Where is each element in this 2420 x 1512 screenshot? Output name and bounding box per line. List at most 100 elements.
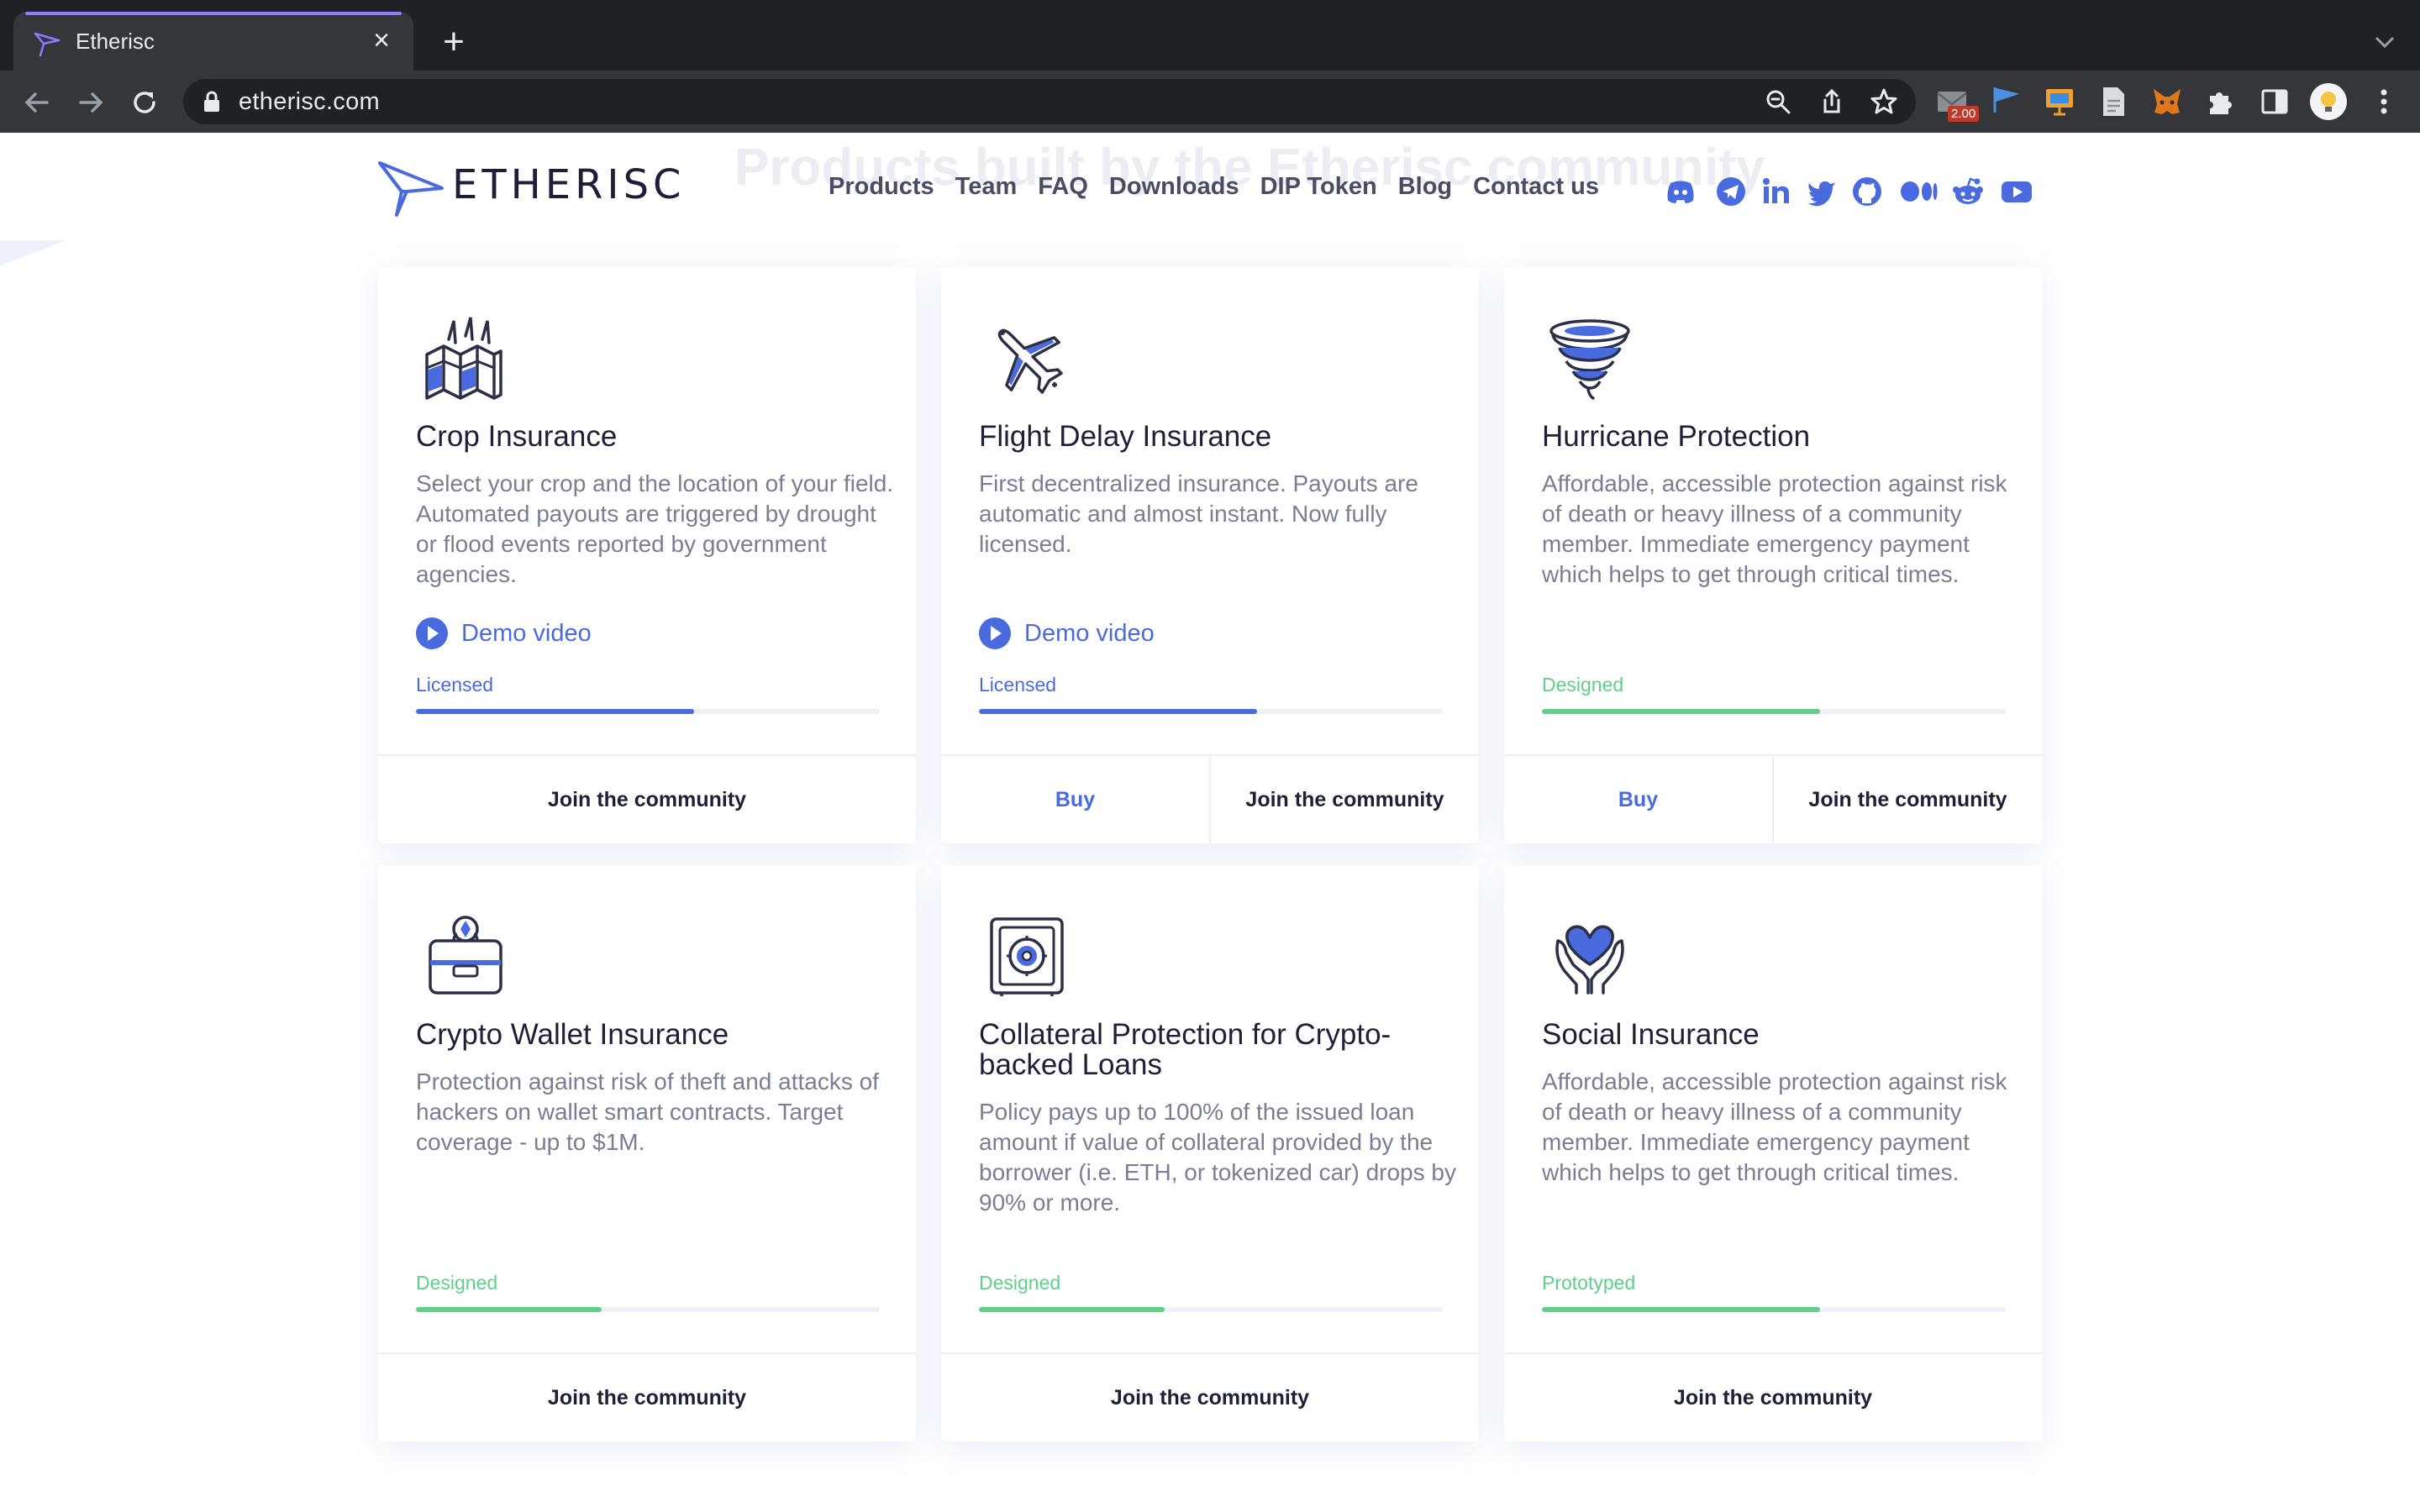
card-title: Crypto Wallet Insurance bbox=[416, 1018, 729, 1051]
new-tab-button[interactable]: + bbox=[434, 22, 474, 62]
tab-close-icon[interactable]: × bbox=[365, 24, 398, 57]
presentation-extension-icon[interactable] bbox=[2042, 84, 2077, 119]
card-actions: Join the community bbox=[378, 754, 916, 843]
join-community-button[interactable]: Join the community bbox=[1209, 756, 1479, 843]
status-progress-bar bbox=[979, 1307, 1443, 1312]
play-icon[interactable] bbox=[979, 617, 1011, 649]
card-actions: Buy Join the community bbox=[1504, 754, 2042, 843]
star-icon[interactable] bbox=[1869, 87, 1899, 117]
nav-dip-token[interactable]: DIP Token bbox=[1260, 173, 1377, 201]
progress-fill bbox=[979, 709, 1258, 714]
card-actions: Join the community bbox=[941, 1352, 1479, 1441]
buy-button[interactable]: Buy bbox=[1504, 756, 1772, 843]
status-progress-bar bbox=[979, 709, 1443, 714]
card-title: Flight Delay Insurance bbox=[979, 420, 1272, 453]
crop-field-icon bbox=[425, 317, 502, 400]
main-nav: Products Team FAQ Downloads DIP Token Bl… bbox=[829, 173, 1599, 201]
browser-tab-bar: Etherisc × + bbox=[0, 0, 2420, 71]
sidepanel-icon[interactable] bbox=[2257, 84, 2292, 119]
card-title: Social Insurance bbox=[1542, 1018, 1760, 1051]
buy-button[interactable]: Buy bbox=[941, 756, 1209, 843]
card-actions: Join the community bbox=[1504, 1352, 2042, 1441]
progress-fill bbox=[979, 1307, 1165, 1312]
demo-video-link[interactable]: Demo video bbox=[979, 617, 1155, 650]
nav-team[interactable]: Team bbox=[955, 173, 1018, 201]
more-icon[interactable] bbox=[2366, 84, 2402, 119]
card-description: Affordable, accessible protection agains… bbox=[1542, 470, 2007, 587]
card-title: Collateral Protection for Crypto-backed … bbox=[979, 1018, 1392, 1081]
nav-contact[interactable]: Contact us bbox=[1473, 173, 1599, 201]
card-actions: Buy Join the community bbox=[941, 754, 1479, 843]
metamask-extension-icon[interactable] bbox=[2149, 84, 2185, 119]
status-label: Designed bbox=[979, 1272, 1061, 1294]
discord-icon[interactable] bbox=[1664, 175, 1697, 208]
nav-products[interactable]: Products bbox=[829, 173, 934, 201]
demo-video-label[interactable]: Demo video bbox=[461, 620, 592, 648]
twitter-icon[interactable] bbox=[1805, 175, 1839, 208]
browser-tab[interactable]: Etherisc × bbox=[13, 12, 413, 71]
join-community-button[interactable]: Join the community bbox=[941, 1354, 1479, 1441]
status-progress-bar bbox=[1542, 1307, 2006, 1312]
card-description: Affordable, accessible protection agains… bbox=[1542, 1068, 2007, 1185]
profile-avatar[interactable] bbox=[2309, 82, 2348, 121]
flag-extension-icon[interactable] bbox=[1988, 84, 2023, 119]
etherisc-logo-icon[interactable] bbox=[376, 160, 445, 218]
product-card-collateral-protection: Collateral Protection for Crypto-backed … bbox=[941, 865, 1479, 1441]
zoom-icon[interactable] bbox=[1763, 87, 1793, 117]
card-actions: Join the community bbox=[378, 1352, 916, 1441]
tab-accent bbox=[25, 12, 402, 15]
status-label: Prototyped bbox=[1542, 1272, 1636, 1294]
demo-video-label[interactable]: Demo video bbox=[1024, 620, 1155, 648]
status-label: Licensed bbox=[416, 674, 494, 696]
background-decoration bbox=[0, 240, 67, 265]
nav-blog[interactable]: Blog bbox=[1398, 173, 1452, 201]
reddit-icon[interactable] bbox=[1951, 175, 1985, 208]
join-community-button[interactable]: Join the community bbox=[378, 1354, 916, 1441]
join-community-button[interactable]: Join the community bbox=[1772, 756, 2042, 843]
etherisc-favicon-icon bbox=[34, 32, 60, 57]
card-title: Crop Insurance bbox=[416, 420, 618, 453]
progress-fill bbox=[416, 709, 695, 714]
status-label: Licensed bbox=[979, 674, 1057, 696]
telegram-icon[interactable] bbox=[1714, 175, 1748, 208]
play-icon[interactable] bbox=[416, 617, 448, 649]
medium-icon[interactable] bbox=[1899, 175, 1939, 208]
progress-fill bbox=[1542, 709, 1821, 714]
hurricane-icon bbox=[1549, 319, 1630, 400]
product-card-hurricane: Hurricane Protection Affordable, accessi… bbox=[1504, 267, 2042, 843]
logo-wordmark[interactable]: ETHERISC bbox=[452, 161, 686, 208]
back-icon[interactable] bbox=[17, 82, 57, 123]
status-progress-bar bbox=[416, 709, 880, 714]
document-extension-icon[interactable] bbox=[2096, 84, 2131, 119]
heart-hands-icon bbox=[1555, 925, 1624, 995]
extension-badge: 2.00 bbox=[1948, 106, 1980, 122]
wallet-icon bbox=[429, 916, 502, 995]
demo-video-link[interactable]: Demo video bbox=[416, 617, 592, 650]
safe-icon bbox=[990, 917, 1064, 996]
tab-search-icon[interactable] bbox=[2366, 24, 2403, 60]
card-description: Policy pays up to 100% of the issued loa… bbox=[979, 1099, 1456, 1215]
lock-icon[interactable] bbox=[202, 91, 222, 113]
reload-icon[interactable] bbox=[124, 82, 165, 123]
card-description: First decentralized insurance. Payouts a… bbox=[979, 470, 1418, 557]
nav-faq[interactable]: FAQ bbox=[1038, 173, 1088, 201]
product-card-crop-insurance: Crop Insurance Select your crop and the … bbox=[378, 267, 916, 843]
product-card-social-insurance: Social Insurance Affordable, accessible … bbox=[1504, 865, 2042, 1441]
product-card-crypto-wallet: Crypto Wallet Insurance Protection again… bbox=[378, 865, 916, 1441]
join-community-button[interactable]: Join the community bbox=[1504, 1354, 2042, 1441]
status-progress-bar bbox=[1542, 709, 2006, 714]
youtube-icon[interactable] bbox=[2000, 175, 2033, 208]
card-description: Protection against risk of theft and att… bbox=[416, 1068, 879, 1155]
github-icon[interactable] bbox=[1850, 175, 1884, 208]
url-text[interactable]: etherisc.com bbox=[239, 88, 380, 116]
puzzle-icon[interactable] bbox=[2203, 84, 2238, 119]
linkedin-icon[interactable] bbox=[1760, 175, 1793, 208]
nav-downloads[interactable]: Downloads bbox=[1109, 173, 1239, 201]
tab-title: Etherisc bbox=[76, 29, 155, 54]
share-icon[interactable] bbox=[1817, 87, 1847, 117]
progress-fill bbox=[416, 1307, 602, 1312]
join-community-button[interactable]: Join the community bbox=[378, 756, 916, 843]
forward-icon[interactable] bbox=[71, 82, 111, 123]
address-bar[interactable]: etherisc.com bbox=[183, 79, 1916, 124]
status-progress-bar bbox=[416, 1307, 880, 1312]
